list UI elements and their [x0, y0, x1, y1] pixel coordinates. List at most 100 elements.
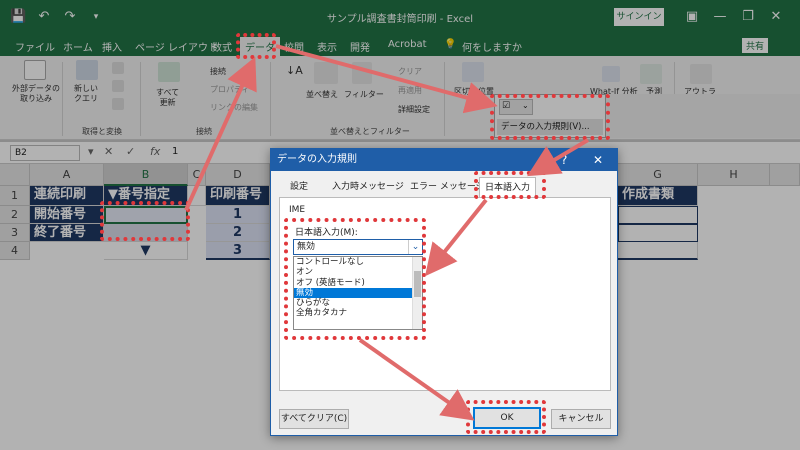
sort-az-icon[interactable]: ↓A: [286, 65, 303, 76]
text-to-columns-icon[interactable]: [462, 62, 484, 82]
row-header-1[interactable]: 1: [0, 186, 30, 206]
row-header-3[interactable]: 3: [0, 224, 30, 242]
sort-button[interactable]: 並べ替え: [306, 90, 338, 100]
redo-icon[interactable]: ↷: [62, 9, 78, 25]
cell-g1[interactable]: 作成書類: [618, 186, 698, 206]
namebox-dropdown-icon[interactable]: ▾: [88, 145, 94, 158]
tab-input-message[interactable]: 入力時メッセージ: [327, 177, 409, 197]
text-to-columns-button[interactable]: 区切り位置: [454, 87, 494, 97]
tab-settings[interactable]: 設定: [285, 177, 313, 197]
column-header-a[interactable]: A: [30, 164, 104, 186]
tab-review[interactable]: 校閲: [284, 39, 304, 54]
cell-b3[interactable]: [104, 224, 188, 242]
reapply-button[interactable]: 再適用: [398, 86, 422, 96]
clear-all-button[interactable]: すべてクリア(C): [279, 409, 349, 429]
list-item[interactable]: オフ (英語モード): [294, 278, 422, 288]
tab-data[interactable]: データ: [240, 37, 280, 56]
name-box[interactable]: B2: [10, 145, 80, 161]
properties-button[interactable]: プロパティ: [210, 85, 250, 95]
tell-me-icon[interactable]: 💡: [444, 39, 456, 50]
new-query-button[interactable]: 新しい クエリ: [74, 84, 98, 104]
filter-icon[interactable]: [352, 62, 372, 84]
tab-insert[interactable]: 挿入: [102, 39, 122, 54]
column-header-c[interactable]: C: [188, 164, 206, 186]
edit-links-button[interactable]: リンクの編集: [210, 103, 258, 113]
connections-button[interactable]: 接続: [210, 67, 226, 77]
tab-tell-me[interactable]: 何をしますか: [462, 39, 522, 54]
tab-formulas[interactable]: 数式: [212, 39, 232, 54]
new-query-icon[interactable]: [76, 60, 98, 80]
show-queries-icon[interactable]: [112, 62, 124, 74]
cancel-icon[interactable]: ✕: [104, 145, 113, 158]
customize-qat-icon[interactable]: ▾: [88, 9, 104, 25]
cell-a1[interactable]: 連続印刷: [30, 186, 104, 206]
cell-b1[interactable]: ▼番号指定: [104, 186, 188, 206]
tab-ime[interactable]: 日本語入力: [479, 177, 537, 197]
share-button[interactable]: 共有: [742, 38, 769, 53]
cell-c1[interactable]: [188, 186, 206, 206]
row-header-2[interactable]: 2: [0, 206, 30, 224]
enter-icon[interactable]: ✓: [126, 145, 135, 158]
list-item[interactable]: ひらがな: [294, 298, 422, 308]
close-icon[interactable]: ✕: [768, 9, 784, 25]
cell-d3[interactable]: 2: [206, 224, 270, 242]
cell-g4[interactable]: [618, 242, 698, 260]
select-all-corner[interactable]: [0, 164, 30, 186]
data-validation-menu-item[interactable]: データの入力規則(V)...: [497, 119, 603, 135]
cell-d2[interactable]: 1: [206, 206, 270, 224]
sort-icon[interactable]: [314, 62, 338, 84]
minimize-icon[interactable]: —: [712, 9, 728, 25]
cell-a2[interactable]: 開始番号: [30, 206, 104, 224]
external-data-button[interactable]: 外部データの 取り込み: [12, 84, 60, 104]
column-header-d[interactable]: D: [206, 164, 270, 186]
advanced-button[interactable]: 詳細設定: [398, 105, 430, 115]
tab-acrobat[interactable]: Acrobat: [388, 39, 427, 50]
list-item[interactable]: 全角カタカナ: [294, 308, 422, 318]
list-item[interactable]: オン: [294, 267, 422, 277]
what-if-icon[interactable]: [602, 66, 620, 82]
cell-a3[interactable]: 終了番号: [30, 224, 104, 242]
cell-d4[interactable]: 3: [206, 242, 270, 260]
refresh-all-button[interactable]: すべて 更新: [156, 88, 179, 108]
list-item-selected[interactable]: 無効: [294, 287, 422, 299]
outline-icon[interactable]: [690, 64, 712, 84]
external-data-icon[interactable]: [24, 60, 46, 80]
cancel-button[interactable]: キャンセル: [551, 409, 611, 429]
maximize-icon[interactable]: ❐: [740, 9, 756, 25]
scroll-thumb[interactable]: [414, 271, 421, 297]
signin-button[interactable]: サインイン: [614, 8, 664, 26]
list-item[interactable]: コントロールなし: [294, 257, 422, 267]
tab-view[interactable]: 表示: [317, 39, 337, 54]
column-header-h[interactable]: H: [698, 164, 770, 186]
formula-input[interactable]: 1: [172, 146, 178, 157]
cell-d1[interactable]: 印刷番号: [206, 186, 270, 206]
column-header-b[interactable]: B: [104, 164, 188, 186]
tab-error-alert[interactable]: エラー メッセージ: [405, 177, 490, 197]
tab-developer[interactable]: 開発: [350, 39, 370, 54]
list-scrollbar[interactable]: [412, 257, 422, 329]
cell-b2-active[interactable]: [104, 206, 188, 224]
from-table-icon[interactable]: [112, 80, 124, 92]
column-header-g[interactable]: G: [618, 164, 698, 186]
refresh-all-icon[interactable]: [158, 62, 180, 82]
cell-g3[interactable]: [618, 224, 698, 242]
cell-b4[interactable]: ▼: [104, 242, 188, 260]
undo-icon[interactable]: ↶: [36, 9, 52, 25]
save-icon[interactable]: 💾: [10, 9, 26, 25]
cell-g2[interactable]: [618, 206, 698, 224]
ok-button[interactable]: OK: [473, 407, 541, 429]
ime-mode-list[interactable]: コントロールなし オン オフ (英語モード) 無効 ひらがな 全角カタカナ: [293, 256, 423, 330]
tab-home[interactable]: ホーム: [63, 39, 93, 54]
ribbon-display-icon[interactable]: ▣: [684, 9, 700, 25]
row-header-4[interactable]: 4: [0, 242, 30, 260]
help-icon[interactable]: ?: [561, 149, 567, 171]
recent-sources-icon[interactable]: [112, 98, 124, 110]
insert-function-icon[interactable]: fx: [150, 145, 160, 158]
data-validation-split-button[interactable]: ☑ ⌄: [499, 99, 533, 115]
clear-button[interactable]: クリア: [398, 67, 422, 77]
tab-file[interactable]: ファイル: [15, 39, 55, 54]
tab-page-layout[interactable]: ページ レイアウト: [135, 39, 218, 54]
forecast-sheet-icon[interactable]: [640, 64, 662, 84]
dialog-close-icon[interactable]: ✕: [593, 149, 603, 171]
filter-button[interactable]: フィルター: [344, 90, 384, 100]
